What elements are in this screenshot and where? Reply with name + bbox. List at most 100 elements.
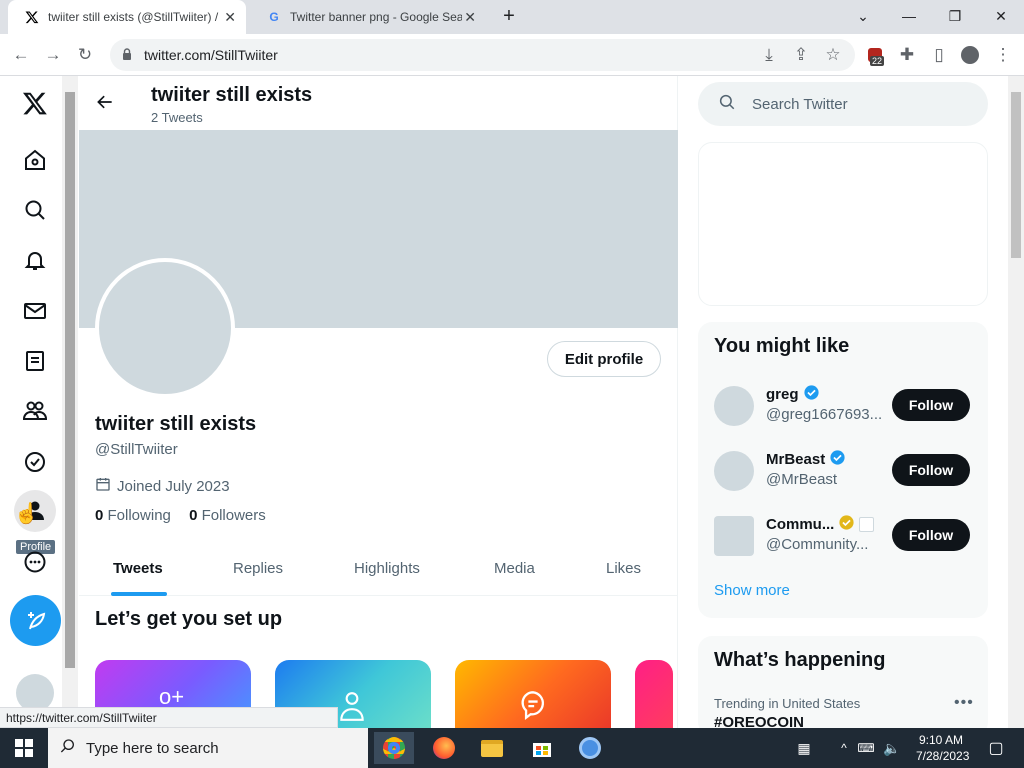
follow-button[interactable]: Follow (892, 389, 970, 421)
lists-icon[interactable] (14, 340, 56, 382)
tab-search-chevron-icon[interactable]: ⌄ (848, 4, 878, 28)
suggestion-item[interactable]: Commu... @Community... Follow (698, 508, 988, 564)
chat-bubble-icon (519, 690, 547, 725)
tab-likes[interactable]: Likes (606, 560, 641, 577)
setup-title: Let’s get you set up (95, 608, 283, 630)
follow-button[interactable]: Follow (892, 454, 970, 486)
extensions-puzzle-icon[interactable]: ✚ (894, 42, 920, 68)
gold-verified-badge-icon (838, 514, 855, 535)
tab-replies[interactable]: Replies (233, 560, 283, 577)
suggestion-item[interactable]: MrBeast @MrBeast Follow (698, 443, 988, 499)
google-logo-icon: G (269, 10, 279, 24)
tab-tweets[interactable]: Tweets (113, 560, 163, 577)
profile-tabs: Tweets Replies Highlights Media Likes (79, 546, 678, 596)
browser-tab-google[interactable]: G Twitter banner png - Google Sea ✕ (250, 0, 486, 34)
tab-media[interactable]: Media (494, 560, 535, 577)
following-link[interactable]: 0 Following (95, 507, 171, 524)
follow-button[interactable]: Follow (892, 519, 970, 551)
profile-avatar[interactable] (95, 258, 235, 398)
microsoft-store-icon[interactable] (522, 732, 562, 764)
new-tab-icon[interactable]: + (494, 4, 524, 28)
volume-icon[interactable]: 🔈 (882, 732, 902, 764)
file-explorer-icon[interactable] (472, 732, 512, 764)
verified-badge-icon (803, 384, 820, 405)
tab-highlights[interactable]: Highlights (354, 560, 420, 577)
right-scrollbar[interactable] (1008, 76, 1024, 728)
joined-date: Joined July 2023 (95, 476, 230, 496)
restore-icon[interactable]: ❐ (940, 4, 970, 28)
trend-context: Trending in United States (714, 696, 861, 711)
notifications-bell-icon[interactable] (14, 239, 56, 281)
chrome-taskbar-icon[interactable] (374, 732, 414, 764)
compose-tweet-button[interactable] (10, 595, 61, 646)
profile-handle: @StillTwiiter (95, 441, 178, 458)
chrome-alt-taskbar-icon[interactable] (570, 732, 610, 764)
reload-icon[interactable]: ↻ (72, 42, 98, 68)
share-icon[interactable]: ⇪ (788, 42, 814, 68)
extension-badge-count: 22 (870, 56, 885, 66)
notifications-center-icon[interactable]: ▢ (976, 732, 1016, 764)
more-circle-icon[interactable] (14, 541, 56, 583)
scrollbar-thumb[interactable] (1011, 92, 1021, 258)
forward-arrow-icon[interactable]: → (40, 42, 66, 68)
link-status-bar: https://twitter.com/StillTwiiter (0, 707, 338, 728)
close-window-icon[interactable]: ✕ (986, 4, 1016, 28)
avatar (714, 386, 754, 426)
more-options-icon[interactable]: ••• (954, 694, 974, 712)
search-icon (718, 93, 736, 116)
left-scrollbar[interactable] (62, 76, 78, 728)
back-arrow-icon[interactable] (95, 92, 115, 117)
communities-icon[interactable] (14, 390, 56, 432)
suggestion-name: greg (766, 384, 820, 405)
url-text: twitter.com/StillTwiiter (144, 47, 278, 63)
windows-taskbar: Type here to search ▦ ^ ⌨ 🔈 9:10 AM 7/28… (0, 728, 1024, 768)
network-icon[interactable]: ⌨ (856, 732, 876, 764)
edit-profile-button[interactable]: Edit profile (547, 341, 661, 377)
side-panel-icon[interactable]: ▯ (926, 42, 952, 68)
home-icon[interactable] (14, 139, 56, 181)
search-icon (60, 738, 76, 758)
header-profile-name: twiiter still exists (151, 84, 313, 106)
firefox-taskbar-icon[interactable] (424, 732, 464, 764)
you-might-like-title: You might like (714, 335, 850, 357)
back-arrow-icon[interactable]: ← (8, 42, 34, 68)
close-tab-icon[interactable]: ✕ (464, 9, 476, 26)
taskbar-search-input[interactable]: Type here to search (48, 728, 368, 768)
close-tab-icon[interactable]: ✕ (224, 9, 236, 26)
tweet-count: 2 Tweets (151, 110, 203, 125)
bookmark-star-icon[interactable]: ☆ (820, 42, 846, 68)
empty-promo-box (698, 142, 988, 306)
minimize-icon[interactable]: — (894, 4, 924, 28)
show-hidden-icons-chevron-icon[interactable]: ^ (834, 732, 854, 764)
explore-search-icon[interactable] (14, 189, 56, 231)
suggestion-handle: @Community... (766, 536, 869, 553)
task-view-icon[interactable]: ▦ (784, 732, 824, 764)
windows-start-icon[interactable] (4, 732, 44, 764)
calendar-icon (95, 476, 111, 496)
scrollbar-thumb[interactable] (65, 92, 75, 668)
verified-badge-icon (829, 449, 846, 470)
whats-happening-title: What’s happening (714, 649, 886, 671)
person-outline-icon (339, 690, 365, 727)
x-logo-icon[interactable] (14, 82, 56, 124)
browser-tab-twitter[interactable]: twiiter still exists (@StillTwiiter) / ✕ (8, 0, 246, 34)
followers-link[interactable]: 0 Followers (189, 507, 266, 524)
whats-happening-panel: What’s happening Trending in United Stat… (698, 636, 988, 736)
profile-main-column: twiiter still exists 2 Tweets Edit profi… (79, 76, 678, 740)
messages-envelope-icon[interactable] (14, 290, 56, 332)
search-twitter-input[interactable]: Search Twitter (698, 82, 988, 126)
avatar (714, 451, 754, 491)
suggestion-item[interactable]: greg @greg1667693... Follow (698, 378, 988, 434)
install-app-icon[interactable]: ⤓ (756, 42, 782, 68)
following-label: Following (107, 507, 171, 524)
profile-avatar-icon[interactable] (957, 42, 983, 68)
browser-tab-strip: twiiter still exists (@StillTwiiter) / ✕… (0, 0, 1024, 34)
extension-badge-icon[interactable]: 22 (862, 42, 888, 68)
show-more-link[interactable]: Show more (714, 582, 790, 599)
who-to-follow-panel: You might like greg @greg1667693... Foll… (698, 322, 988, 618)
address-bar[interactable]: twitter.com/StillTwiiter (110, 39, 855, 71)
taskbar-clock[interactable]: 9:10 AM 7/28/2023 (916, 732, 969, 764)
verified-icon[interactable] (14, 441, 56, 483)
browser-menu-icon[interactable]: ⋮ (990, 42, 1016, 68)
x-logo-icon (24, 9, 40, 25)
